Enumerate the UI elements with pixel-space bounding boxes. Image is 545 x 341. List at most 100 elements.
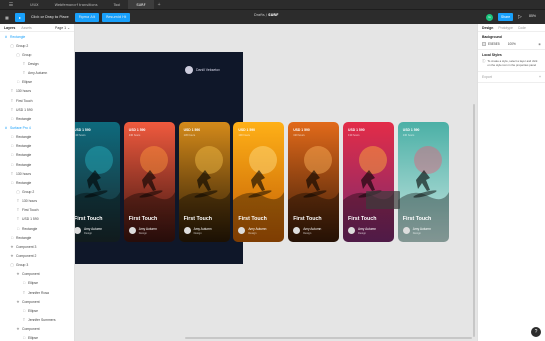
layer-label: Jennifer Rosa (28, 290, 49, 295)
layer-row[interactable]: ▢ Group 2 (0, 187, 74, 196)
layer-row[interactable]: T 130 hours (0, 87, 74, 96)
card-price: USD 1 590 (348, 128, 365, 132)
present-play-icon[interactable]: ▷ (518, 14, 522, 20)
layer-row[interactable]: □ Rectangle (0, 160, 74, 169)
group-layer-icon: ▢ (16, 189, 20, 194)
layer-row[interactable]: □ Ellipse (0, 78, 74, 87)
layer-row[interactable]: □ Rectangle (0, 224, 74, 233)
add-export-icon[interactable]: + (539, 75, 541, 79)
background-swatch[interactable] (482, 42, 486, 46)
layer-row[interactable]: ❖ Component (0, 325, 74, 334)
layer-row[interactable]: ❖ Component 3 (0, 242, 74, 251)
layer-row[interactable]: T USD 1 590 (0, 215, 74, 224)
layer-row[interactable]: T Design (0, 59, 74, 68)
tab-uiux[interactable]: UIUX (22, 0, 47, 9)
layer-row[interactable]: ▢ Group 3 (0, 261, 74, 270)
course-card[interactable]: USD 1 590 130 hours First Touch Amy Autumn D… (397, 122, 449, 242)
author-avatar (128, 227, 136, 234)
layer-row[interactable]: □ Rectangle (0, 142, 74, 151)
layer-row[interactable]: ▢ Group (0, 50, 74, 59)
text-layer-icon: T (16, 217, 20, 222)
move-tool-icon[interactable]: ▸ (15, 12, 25, 22)
tab-tool[interactable]: Tool (106, 0, 129, 9)
layer-row[interactable]: T First Touch (0, 206, 74, 215)
eye-icon[interactable]: ◉ (538, 42, 541, 46)
layer-row[interactable]: T Jennifer Summers (0, 315, 74, 324)
layer-row[interactable]: ▢ Group 2 (0, 41, 74, 50)
layer-row[interactable]: T Jennifer Rosa (0, 288, 74, 297)
text-layer-icon: T (10, 89, 14, 94)
selection-overlay[interactable] (366, 191, 400, 209)
layer-row[interactable]: □ Rectangle (0, 133, 74, 142)
author-role: Design (358, 231, 367, 235)
layers-panel-header: Layers Assets Page 1 ⌄ (0, 24, 74, 32)
main-menu-icon[interactable]: ▦ (2, 13, 12, 22)
course-card[interactable]: USD 1 590 130 hours First Touch Amy Autumn D… (123, 122, 175, 242)
layer-label: Rectangle (16, 180, 32, 185)
layer-row[interactable]: # Surface Pro 4 (0, 123, 74, 132)
tab-layers[interactable]: Layers (4, 26, 15, 30)
breadcrumb-drafts[interactable]: Drafts / (254, 13, 267, 17)
course-card[interactable]: USD 1 590 130 hours First Touch Amy Autumn D… (178, 122, 230, 242)
layer-row[interactable]: □ Rectangle (0, 178, 74, 187)
resumid-button[interactable]: Resumid Ht (102, 12, 131, 22)
tab-code[interactable]: Code (518, 26, 526, 30)
surf-photo (233, 146, 285, 242)
card-title: First Touch (293, 216, 322, 222)
layer-row[interactable]: □ Ellipse (0, 334, 74, 341)
layer-row[interactable]: ❖ Component (0, 297, 74, 306)
tab-webfemoncrf[interactable]: Webfemoncrf transitions (47, 0, 106, 9)
course-card[interactable]: USD 1 590 130 hours First Touch Amy Autumn D… (288, 122, 340, 242)
tab-surf[interactable]: SURF (128, 0, 154, 9)
zoom-dropdown[interactable]: 85% (529, 14, 536, 18)
menu-icon[interactable]: ☰ (0, 0, 22, 9)
layer-row[interactable]: # Rectangle (0, 32, 74, 41)
card-title: First Touch (238, 216, 267, 222)
layer-row[interactable]: T Amy Autumn (0, 69, 74, 78)
layer-row[interactable]: □ Ellipse (0, 279, 74, 288)
card-title: First Touch (75, 216, 103, 222)
component-layer-icon: ❖ (16, 299, 20, 304)
background-hex[interactable]: E5E5E5 (488, 42, 500, 46)
export-row[interactable]: Export + (482, 75, 541, 79)
page-selector[interactable]: Page 1 ⌄ (55, 26, 70, 30)
layer-row[interactable]: □ Ellipse (0, 306, 74, 315)
horizontal-scrollbar[interactable] (185, 337, 472, 339)
figma-alt-button[interactable]: Figma Alt (74, 12, 100, 22)
help-button[interactable]: ? (531, 327, 541, 337)
layer-row[interactable]: ❖ Component (0, 270, 74, 279)
text-layer-icon: T (22, 317, 26, 322)
new-tab-icon[interactable]: + (154, 2, 165, 8)
layer-row[interactable]: □ Rectangle (0, 114, 74, 123)
layer-row[interactable]: T First Touch (0, 96, 74, 105)
author-name: Amy Autumn (138, 227, 157, 231)
tab-prototype[interactable]: Prototype (498, 26, 513, 30)
vertical-scrollbar[interactable] (473, 104, 475, 337)
file-breadcrumb[interactable]: Drafts / SURF (254, 13, 279, 17)
breadcrumb-file[interactable]: SURF (268, 13, 278, 17)
layer-row[interactable]: T 130 hours (0, 169, 74, 178)
tab-design[interactable]: Design (482, 26, 493, 30)
tab-assets[interactable]: Assets (21, 26, 32, 30)
course-card[interactable]: USD 1 590 130 hours First Touch Amy Autumn D… (343, 122, 394, 242)
layer-label: Ellipse (28, 336, 38, 341)
share-button[interactable]: Share (498, 13, 513, 21)
layer-row[interactable]: □ Rectangle (0, 151, 74, 160)
layer-row[interactable]: ❖ Component 2 (0, 251, 74, 260)
layer-row[interactable]: □ Rectangle (0, 233, 74, 242)
course-card[interactable]: USD 1 590 130 hours First Touch Amy Autumn D… (233, 122, 285, 242)
card-title: First Touch (128, 216, 158, 222)
canvas[interactable]: Danill Veksetov USD 1 590 130 hours First … (75, 24, 477, 341)
layer-row[interactable]: T USD 1 590 (0, 105, 74, 114)
author-name: Amy Autumn (193, 227, 212, 231)
layer-row[interactable]: T 130 hours (0, 197, 74, 206)
course-card[interactable]: USD 1 590 130 hours First Touch Amy Autumn D… (75, 122, 120, 242)
text-layer-icon: T (22, 61, 26, 66)
background-fill-row[interactable]: E5E5E5 100% ◉ (482, 42, 541, 46)
local-styles-section: Local Styles ⓘ To create a style, select… (478, 50, 545, 72)
layer-label: First Touch (16, 98, 33, 103)
background-opacity[interactable]: 100% (508, 42, 516, 46)
layer-label: Rectangle (10, 34, 26, 39)
card-hours: 130 hours (293, 134, 305, 137)
avatar[interactable]: G (486, 13, 493, 21)
